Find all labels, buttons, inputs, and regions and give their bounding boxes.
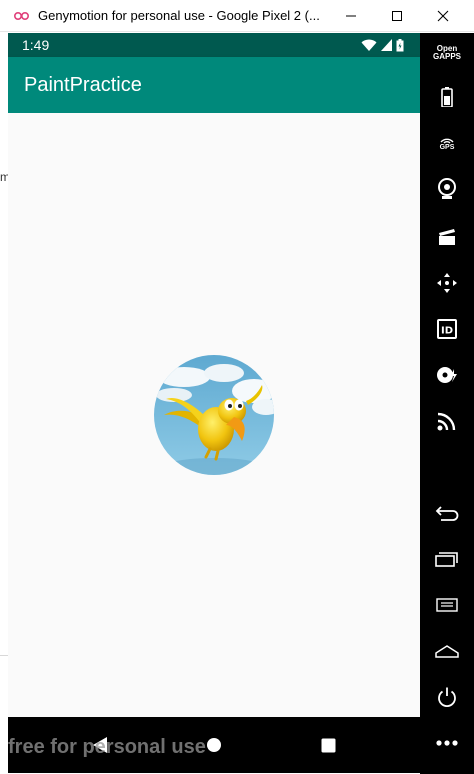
genymotion-window: Genymotion for personal use - Google Pix… bbox=[0, 0, 474, 774]
device-id-icon: ID bbox=[437, 319, 457, 339]
power-button[interactable] bbox=[427, 679, 467, 715]
status-time: 1:49 bbox=[22, 37, 50, 53]
maximize-button[interactable] bbox=[374, 0, 420, 32]
opengapps-icon: Open GAPPS bbox=[433, 45, 461, 61]
device-id-label: ID bbox=[441, 326, 453, 337]
menu-icon bbox=[436, 598, 458, 612]
gps-signal-icon bbox=[440, 138, 454, 144]
more-dots-icon bbox=[436, 740, 458, 746]
home-button[interactable] bbox=[427, 633, 467, 669]
menu-button[interactable] bbox=[427, 587, 467, 623]
status-icons: x bbox=[361, 38, 404, 52]
gps-label: GPS bbox=[439, 143, 455, 151]
signal-icon bbox=[381, 39, 392, 51]
dpad-icon bbox=[437, 273, 457, 293]
app-bar: PaintPractice bbox=[8, 57, 420, 113]
device-id-button[interactable]: ID bbox=[427, 311, 467, 347]
app-content bbox=[8, 113, 420, 717]
disk-io-button[interactable] bbox=[427, 357, 467, 393]
disk-io-icon bbox=[437, 367, 457, 383]
recent-apps-icon bbox=[435, 552, 458, 567]
window-title: Genymotion for personal use - Google Pix… bbox=[38, 8, 320, 23]
gps-icon: GPS bbox=[439, 136, 455, 151]
power-icon bbox=[438, 687, 456, 708]
home-icon bbox=[435, 645, 459, 658]
status-bar: 1:49 x bbox=[8, 33, 420, 57]
close-icon bbox=[437, 10, 449, 22]
battery-icon bbox=[441, 87, 453, 107]
maximize-icon bbox=[392, 11, 402, 21]
nav-recent-apps-button[interactable] bbox=[314, 731, 342, 759]
opengapps-label-bottom: GAPPS bbox=[432, 52, 461, 61]
background-window-divider bbox=[0, 655, 8, 656]
back-button[interactable] bbox=[427, 495, 467, 531]
svg-text:x: x bbox=[372, 47, 375, 52]
network-icon bbox=[437, 412, 456, 431]
screencast-button[interactable] bbox=[427, 219, 467, 255]
home-icon bbox=[207, 738, 221, 752]
wifi-icon: x bbox=[361, 39, 377, 52]
window-titlebar[interactable]: Genymotion for personal use - Google Pix… bbox=[0, 0, 474, 32]
webcam-button[interactable] bbox=[427, 171, 467, 207]
genymotion-logo-icon bbox=[13, 11, 30, 21]
webcam-icon bbox=[438, 178, 456, 199]
watermark-text: free for personal use bbox=[8, 736, 206, 758]
battery-button[interactable] bbox=[427, 79, 467, 115]
battery-icon bbox=[396, 38, 404, 51]
more-button[interactable] bbox=[427, 725, 467, 761]
device-screen[interactable]: 1:49 x PaintPractice free for personal u… bbox=[8, 33, 420, 773]
minimize-icon bbox=[346, 15, 356, 17]
bird-illustration bbox=[154, 355, 274, 475]
genymotion-toolbar: Open GAPPS GPS ID bbox=[420, 33, 474, 774]
bird-avatar-image bbox=[154, 355, 274, 475]
dpad-button[interactable] bbox=[427, 265, 467, 301]
app-title: PaintPractice bbox=[24, 74, 142, 96]
back-arrow-icon bbox=[435, 506, 459, 521]
network-button[interactable] bbox=[427, 403, 467, 439]
minimize-button[interactable] bbox=[328, 0, 374, 32]
opengapps-button[interactable]: Open GAPPS bbox=[427, 35, 467, 71]
recent-apps-button[interactable] bbox=[427, 541, 467, 577]
clapperboard-icon bbox=[439, 229, 455, 245]
gps-button[interactable]: GPS bbox=[427, 125, 467, 161]
close-button[interactable] bbox=[420, 0, 466, 32]
recent-apps-icon bbox=[321, 738, 335, 752]
